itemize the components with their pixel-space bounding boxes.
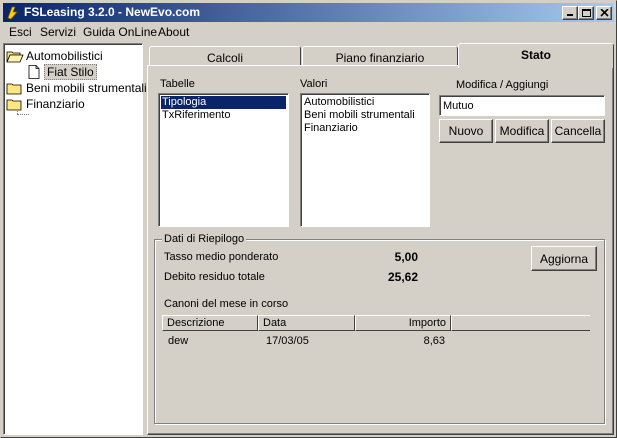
document-icon bbox=[28, 65, 40, 79]
canoni-label: Canoni del mese in corso bbox=[164, 298, 289, 310]
tabelle-list[interactable]: Tipologia TxRiferimento bbox=[158, 93, 289, 227]
folder-icon bbox=[6, 83, 22, 95]
app-window: FSLeasing 3.2.0 - NewEvo.com Esci Serviz… bbox=[0, 0, 617, 438]
cell-data: 17/03/05 bbox=[266, 335, 309, 347]
menu-esci[interactable]: Esci bbox=[9, 25, 32, 39]
tree-item-fiat-stilo[interactable]: Fiat Stilo bbox=[4, 64, 142, 80]
cell-descrizione: dew bbox=[168, 335, 189, 347]
list-item[interactable]: Automobilistici bbox=[303, 96, 427, 109]
tree-item-automobilistici[interactable]: Automobilistici bbox=[4, 48, 142, 64]
column-header-descrizione[interactable]: Descrizione bbox=[162, 315, 258, 331]
minimize-button[interactable] bbox=[562, 6, 578, 20]
debito-value: 25,62 bbox=[387, 270, 418, 284]
minimize-icon bbox=[567, 14, 573, 16]
tree-item-label: Finanziario bbox=[26, 97, 85, 111]
close-button[interactable] bbox=[596, 6, 612, 20]
menu-servizi[interactable]: Servizi bbox=[40, 25, 76, 39]
category-tree[interactable]: Automobilistici Fiat Stilo Beni mobili s… bbox=[3, 43, 147, 435]
tab-control: Calcoli Piano finanziario Stato Tabelle … bbox=[147, 43, 614, 435]
valori-label: Valori bbox=[300, 78, 328, 90]
nuovo-button[interactable]: Nuovo bbox=[439, 119, 493, 143]
modifica-button[interactable]: Modifica bbox=[495, 119, 549, 143]
tree-connector bbox=[17, 114, 29, 115]
list-item[interactable]: TxRiferimento bbox=[161, 109, 286, 122]
list-item[interactable]: Finanziario bbox=[303, 122, 427, 135]
tree-item-beni-mobili[interactable]: Beni mobili strumentali bbox=[4, 80, 147, 96]
valori-list[interactable]: Automobilistici Beni mobili strumentali … bbox=[300, 93, 430, 227]
menu-bar: Esci Servizi Guida OnLine About bbox=[3, 23, 614, 41]
debito-label: Debito residuo totale bbox=[164, 271, 265, 283]
cell-importo: 8,63 bbox=[423, 335, 445, 347]
tasso-label: Tasso medio ponderato bbox=[164, 251, 279, 263]
tab-stato[interactable]: Stato bbox=[458, 43, 614, 68]
riepilogo-legend: Dati di Riepilogo bbox=[162, 233, 247, 245]
list-item[interactable]: Beni mobili strumentali bbox=[303, 109, 427, 122]
modifica-input[interactable] bbox=[439, 95, 605, 116]
column-header-filler bbox=[451, 315, 590, 331]
folder-icon bbox=[6, 99, 22, 111]
open-folder-icon bbox=[6, 51, 24, 63]
canoni-listview[interactable]: Descrizione Data Importo dew 17/03/05 8,… bbox=[162, 315, 590, 415]
cancella-button[interactable]: Cancella bbox=[551, 119, 605, 143]
tasso-value: 5,00 bbox=[394, 250, 418, 264]
column-header-data[interactable]: Data bbox=[258, 315, 355, 331]
modifica-aggiungi-label: Modifica / Aggiungi bbox=[456, 79, 549, 91]
menu-about[interactable]: About bbox=[158, 25, 189, 39]
menu-guida-online[interactable]: Guida OnLine bbox=[83, 25, 157, 39]
maximize-button[interactable] bbox=[578, 6, 594, 20]
column-header-importo[interactable]: Importo bbox=[355, 315, 451, 331]
tabelle-label: Tabelle bbox=[160, 78, 195, 90]
maximize-icon bbox=[582, 9, 591, 17]
tree-item-label: Automobilistici bbox=[26, 49, 103, 63]
app-icon bbox=[7, 6, 18, 20]
aggiorna-button[interactable]: Aggiorna bbox=[531, 246, 597, 271]
close-icon bbox=[600, 9, 609, 17]
stato-panel: Tabelle Tipologia TxRiferimento Valori A… bbox=[147, 65, 614, 435]
list-item[interactable]: Tipologia bbox=[161, 96, 286, 109]
tree-item-finanziario[interactable]: Finanziario bbox=[4, 96, 142, 112]
window-title: FSLeasing 3.2.0 - NewEvo.com bbox=[24, 5, 201, 19]
tree-item-label: Beni mobili strumentali bbox=[26, 81, 147, 95]
tree-item-label: Fiat Stilo bbox=[44, 64, 97, 80]
title-bar[interactable]: FSLeasing 3.2.0 - NewEvo.com bbox=[3, 3, 614, 22]
